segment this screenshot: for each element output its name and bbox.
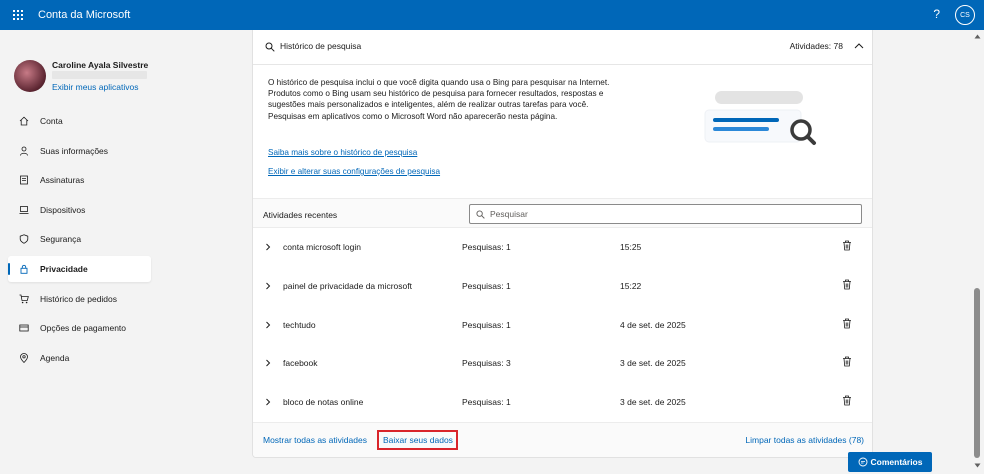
search-query: conta microsoft login	[283, 242, 361, 252]
chevron-right-icon[interactable]	[265, 243, 271, 251]
chevron-up-icon[interactable]	[854, 42, 864, 50]
sidebar-item-label: Agenda	[40, 352, 70, 363]
home-icon	[19, 116, 29, 126]
help-button[interactable]: ?	[933, 7, 940, 21]
sidebar-item-label: Dispositivos	[40, 204, 86, 215]
top-bar: Conta da Microsoft ? CS	[0, 0, 984, 30]
sidebar-nav: Conta Suas informações Assinaturas Dispo…	[8, 108, 151, 374]
shield-icon	[19, 234, 29, 245]
person-icon	[20, 146, 28, 156]
sidebar-item-agenda[interactable]: Agenda	[8, 345, 151, 371]
download-data-link[interactable]: Baixar seus dados	[377, 430, 458, 450]
sidebar-item-privacidade[interactable]: Privacidade	[8, 255, 151, 282]
search-count: Pesquisas: 1	[462, 320, 511, 330]
search-date: 3 de set. de 2025	[620, 358, 686, 368]
recent-activities-title: Atividades recentes	[263, 210, 338, 220]
sidebar-item-label: Privacidade	[40, 263, 88, 274]
feedback-button[interactable]: Comentários	[848, 452, 932, 472]
card-header[interactable]: Histórico de pesquisa Atividades: 78	[253, 30, 872, 65]
clear-all-activities-link[interactable]: Limpar todas as atividades (78)	[745, 435, 864, 445]
chevron-right-icon[interactable]	[265, 321, 271, 329]
trash-icon[interactable]	[842, 356, 852, 367]
search-count: Pesquisas: 1	[462, 281, 511, 291]
sidebar-item-opcoes-de-pagamento[interactable]: Opções de pagamento	[8, 315, 151, 341]
table-row[interactable]: painel de privacidade da microsoft Pesqu…	[253, 268, 872, 306]
sidebar-item-label: Conta	[40, 116, 63, 126]
table-row[interactable]: techtudo Pesquisas: 1 4 de set. de 2025	[253, 307, 872, 345]
table-row[interactable]: facebook Pesquisas: 3 3 de set. de 2025	[253, 345, 872, 383]
sidebar-item-conta[interactable]: Conta	[8, 108, 151, 134]
table-row[interactable]: conta microsoft login Pesquisas: 1 15:25	[253, 229, 872, 267]
search-count: Pesquisas: 3	[462, 358, 511, 368]
sidebar-item-assinaturas[interactable]: Assinaturas	[8, 167, 151, 193]
sidebar: Caroline Ayala Silvestre Exibir meus apl…	[0, 30, 160, 474]
activity-search-input[interactable]	[490, 207, 850, 221]
sidebar-item-label: Segurança	[40, 234, 82, 245]
location-icon	[20, 352, 28, 363]
search-date: 15:22	[620, 281, 642, 291]
table-row[interactable]: bloco de notas online Pesquisas: 1 3 de …	[253, 384, 872, 422]
cart-icon	[19, 294, 29, 303]
search-icon	[476, 210, 485, 219]
search-count: Pesquisas: 1	[462, 397, 511, 407]
profile-avatar	[14, 60, 46, 92]
card-title: Histórico de pesquisa	[280, 41, 362, 51]
chevron-right-icon[interactable]	[265, 282, 271, 290]
search-date: 3 de set. de 2025	[620, 397, 686, 407]
profile-name: Caroline Ayala Silvestre	[52, 60, 149, 70]
search-history-card: Histórico de pesquisa Atividades: 78 O h…	[252, 30, 873, 458]
receipt-icon	[20, 175, 28, 185]
history-description: O histórico de pesquisa inclui o que voc…	[268, 78, 610, 121]
search-date: 4 de set. de 2025	[620, 320, 686, 330]
card-icon	[19, 324, 29, 332]
chevron-right-icon[interactable]	[265, 398, 271, 406]
app-launcher-button[interactable]	[4, 0, 32, 30]
laptop-icon	[19, 205, 29, 214]
page-scrollbar[interactable]	[971, 30, 984, 474]
scrollbar-thumb[interactable]	[974, 288, 980, 458]
show-all-activities-link[interactable]: Mostrar todas as atividades	[263, 435, 367, 445]
search-query: facebook	[283, 358, 318, 368]
sidebar-item-label: Assinaturas	[40, 175, 85, 186]
scroll-down-icon[interactable]	[974, 463, 981, 468]
sidebar-item-seguranca[interactable]: Segurança	[8, 226, 151, 252]
sidebar-item-suas-informacoes[interactable]: Suas informações	[8, 138, 151, 164]
search-date: 15:25	[620, 242, 642, 252]
lock-icon	[20, 264, 28, 274]
profile-email-redacted	[52, 71, 147, 79]
app-title[interactable]: Conta da Microsoft	[38, 9, 130, 21]
sidebar-item-historico-de-pedidos[interactable]: Histórico de pedidos	[8, 286, 151, 312]
user-avatar-button[interactable]: CS	[955, 5, 975, 25]
search-icon	[265, 42, 275, 52]
search-query: painel de privacidade da microsoft	[283, 281, 412, 291]
sidebar-item-label: Histórico de pedidos	[40, 293, 118, 304]
trash-icon[interactable]	[842, 318, 852, 329]
view-apps-link[interactable]: Exibir meus aplicativos	[52, 82, 138, 92]
search-settings-link[interactable]: Exibir e alterar suas configurações de p…	[268, 167, 440, 176]
sidebar-item-label: Opções de pagamento	[40, 323, 127, 334]
trash-icon[interactable]	[842, 240, 852, 251]
waffle-icon	[13, 10, 23, 20]
search-illustration	[704, 91, 816, 145]
recent-activities-bar: Atividades recentes	[253, 198, 872, 228]
trash-icon[interactable]	[842, 395, 852, 406]
chat-icon	[858, 457, 867, 467]
activity-count: Atividades: 78	[789, 41, 843, 51]
scroll-up-icon[interactable]	[974, 34, 981, 39]
activity-search-box[interactable]	[469, 204, 862, 224]
sidebar-item-dispositivos[interactable]: Dispositivos	[8, 197, 151, 223]
search-count: Pesquisas: 1	[462, 242, 511, 252]
learn-more-link[interactable]: Saiba mais sobre o histórico de pesquisa	[268, 148, 417, 157]
card-footer: Mostrar todas as atividades Baixar seus …	[253, 422, 872, 457]
sidebar-item-label: Suas informações	[40, 145, 109, 156]
chevron-right-icon[interactable]	[265, 359, 271, 367]
feedback-label: Comentários	[870, 457, 923, 467]
trash-icon[interactable]	[842, 279, 852, 290]
search-query: techtudo	[283, 320, 316, 330]
search-query: bloco de notas online	[283, 397, 364, 407]
